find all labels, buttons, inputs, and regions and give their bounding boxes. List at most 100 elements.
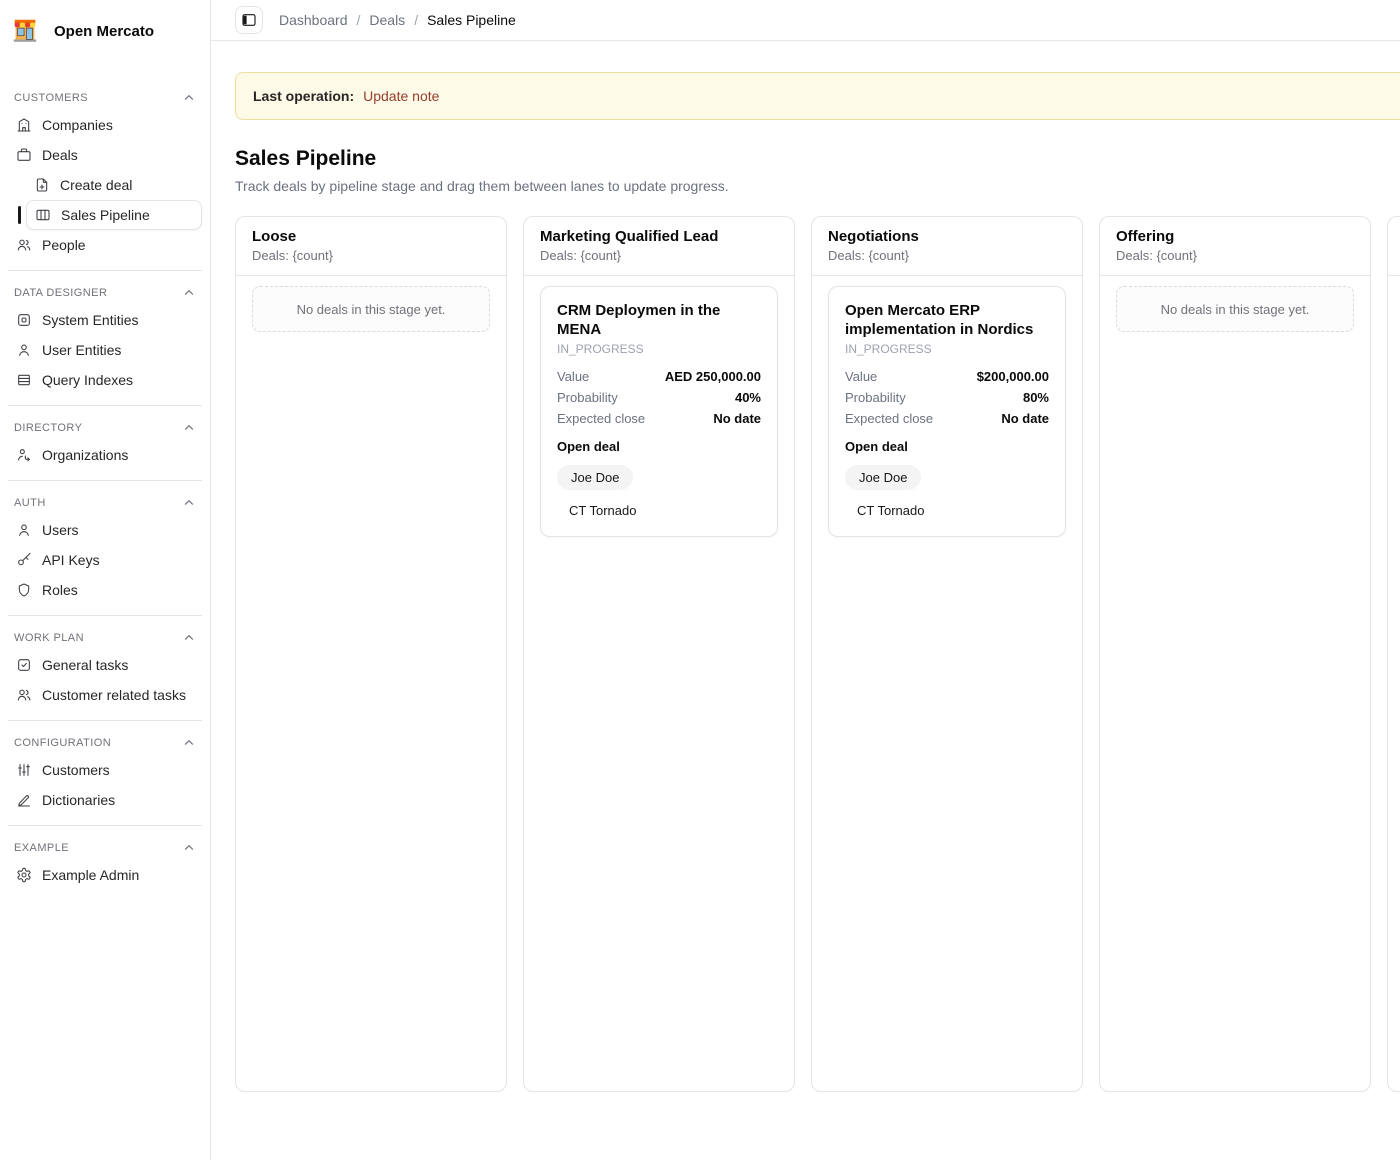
lane-deal-count: Deals: {count} [828,248,1066,263]
chevron-up-icon [182,841,196,855]
rows-icon [16,372,32,388]
sidebar-item-user-entities[interactable]: User Entities [8,335,202,365]
sidebar-item-sales-pipeline[interactable]: Sales Pipeline [26,200,202,230]
chevron-up-icon [182,421,196,435]
divider [8,480,202,481]
lane-body[interactable]: No deals in this stage yet. [1100,276,1370,342]
section-header-customers[interactable]: CUSTOMERS [8,86,202,110]
section-header-data-designer[interactable]: DATA DESIGNER [8,281,202,305]
chevron-up-icon [182,496,196,510]
lane-header: Marketing Qualified Lead Deals: {count} [524,217,794,276]
deal-status: IN_PROGRESS [557,342,761,356]
lane-title: Offering [1116,228,1354,245]
deal-owner-badge[interactable]: Joe Doe [557,465,633,490]
deal-card[interactable]: CRM Deploymen in the MENA IN_PROGRESS Va… [540,286,778,537]
topbar: Dashboard / Deals / Sales Pipeline [211,0,1400,41]
lane-deal-count: Deals: {count} [252,248,490,263]
sidebar-item-roles[interactable]: Roles [8,575,202,605]
breadcrumb-separator: / [357,12,361,28]
sidebar-item-people[interactable]: People [8,230,202,260]
sidebar-item-companies[interactable]: Companies [8,110,202,140]
lane-body[interactable]: Open Mercato ERP implementation in Nordi… [812,276,1082,547]
lane-loose: Loose Deals: {count} No deals in this st… [235,216,507,1092]
lane-deal-count: Deals: {count} [540,248,778,263]
app-logo-row[interactable]: Open Mercato [8,14,202,46]
lane-body[interactable]: CRM Deploymen in the MENA IN_PROGRESS Va… [524,276,794,547]
shield-icon [16,582,32,598]
chevron-up-icon [182,286,196,300]
section-header-work-plan[interactable]: WORK PLAN [8,626,202,650]
chevron-up-icon [182,736,196,750]
pencil-line-icon [16,792,32,808]
page-title: Sales Pipeline [235,147,1400,171]
sidebar-item-customers-config[interactable]: Customers [8,755,202,785]
briefcase-icon [16,147,32,163]
deal-card[interactable]: Open Mercato ERP implementation in Nordi… [828,286,1066,537]
key-icon [16,552,32,568]
section-header-example[interactable]: EXAMPLE [8,836,202,860]
pipeline-board: Loose Deals: {count} No deals in this st… [235,216,1400,1092]
empty-stage-placeholder: No deals in this stage yet. [252,286,490,332]
breadcrumb-separator: / [414,12,418,28]
building-icon [16,117,32,133]
deal-field-row: Expected close No date [557,411,761,426]
check-square-icon [16,657,32,673]
lane-title: Loose [252,228,490,245]
sliders-icon [16,762,32,778]
lane-header [1388,217,1400,276]
users-icon [16,687,32,703]
sidebar-item-system-entities[interactable]: System Entities [8,305,202,335]
lane-header: Offering Deals: {count} [1100,217,1370,276]
lane-body[interactable] [1388,276,1400,296]
deal-status: IN_PROGRESS [845,342,1049,356]
deal-field-row: Probability 80% [845,390,1049,405]
lane-header: Negotiations Deals: {count} [812,217,1082,276]
divider [8,270,202,271]
sidebar-item-deals[interactable]: Deals [8,140,202,170]
gear-icon [16,867,32,883]
storefront-icon [10,16,40,46]
deal-owner-badge[interactable]: Joe Doe [845,465,921,490]
sidebar-item-api-keys[interactable]: API Keys [8,545,202,575]
user-arrow-icon [16,447,32,463]
sidebar-item-users[interactable]: Users [8,515,202,545]
kanban-icon [35,207,51,223]
deal-field-row: Value $200,000.00 [845,369,1049,384]
panel-left-icon [241,12,257,28]
banner-value: Update note [363,88,439,104]
last-operation-banner: Last operation: Update note [235,72,1400,120]
banner-label: Last operation: [253,88,354,104]
lane-partial [1387,216,1400,1092]
sidebar-item-organizations[interactable]: Organizations [8,440,202,470]
sidebar-item-dictionaries[interactable]: Dictionaries [8,785,202,815]
sidebar-item-example-admin[interactable]: Example Admin [8,860,202,890]
lane-deal-count: Deals: {count} [1116,248,1354,263]
section-header-directory[interactable]: DIRECTORY [8,416,202,440]
user-icon [16,342,32,358]
divider [8,825,202,826]
deal-title: Open Mercato ERP implementation in Nordi… [845,301,1049,339]
sidebar-item-create-deal[interactable]: Create deal [26,170,202,200]
breadcrumb-dashboard[interactable]: Dashboard [279,12,348,28]
lane-header: Loose Deals: {count} [236,217,506,276]
empty-stage-placeholder: No deals in this stage yet. [1116,286,1354,332]
file-plus-icon [34,177,50,193]
open-deal-link[interactable]: Open deal [845,439,1049,454]
open-deal-link[interactable]: Open deal [557,439,761,454]
breadcrumb-deals[interactable]: Deals [369,12,405,28]
divider [8,405,202,406]
lane-offering: Offering Deals: {count} No deals in this… [1099,216,1371,1092]
section-header-auth[interactable]: AUTH [8,491,202,515]
breadcrumb: Dashboard / Deals / Sales Pipeline [279,12,516,28]
deal-field-row: Probability 40% [557,390,761,405]
section-header-configuration[interactable]: CONFIGURATION [8,731,202,755]
lane-body[interactable]: No deals in this stage yet. [236,276,506,342]
users-icon [16,237,32,253]
sidebar-item-query-indexes[interactable]: Query Indexes [8,365,202,395]
sidebar-item-customer-related-tasks[interactable]: Customer related tasks [8,680,202,710]
lane-title: Negotiations [828,228,1066,245]
deal-field-row: Value AED 250,000.00 [557,369,761,384]
sidebar-toggle-button[interactable] [235,6,263,34]
sidebar-item-general-tasks[interactable]: General tasks [8,650,202,680]
divider [8,615,202,616]
